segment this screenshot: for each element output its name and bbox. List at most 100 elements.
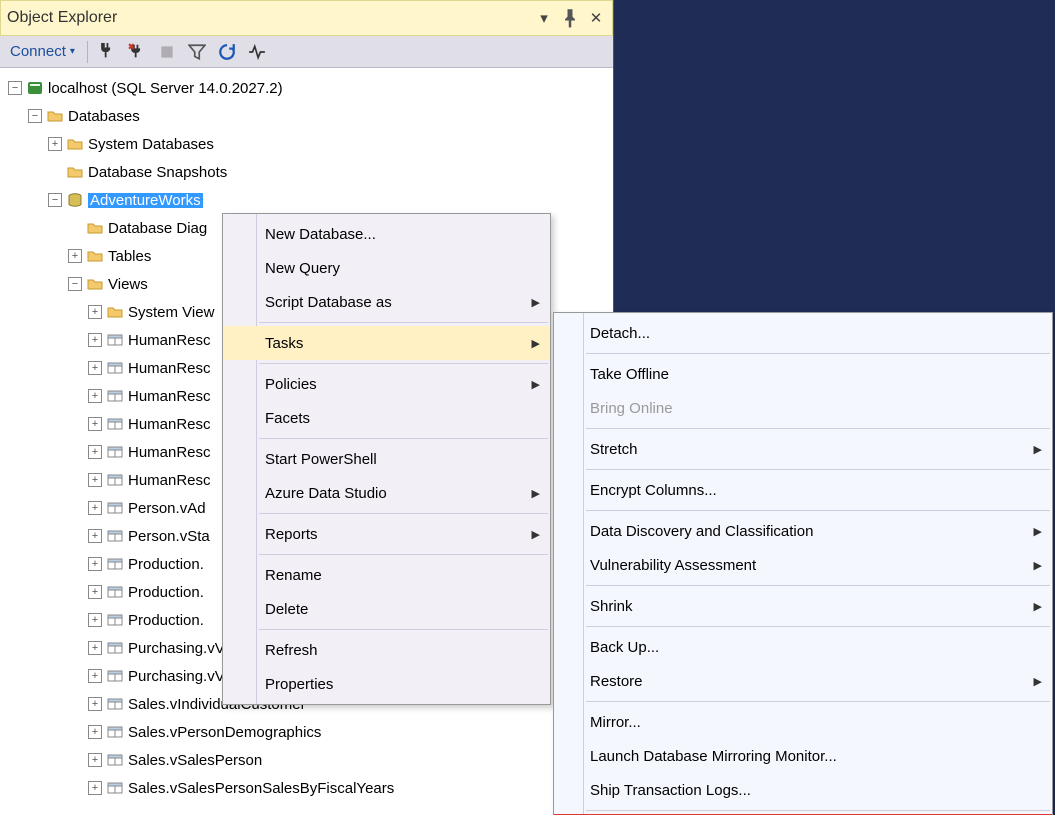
view-icon: [106, 751, 124, 769]
node-label: System View: [128, 305, 214, 320]
view-icon: [106, 639, 124, 657]
expander-minus-icon[interactable]: −: [28, 109, 42, 123]
toolbar: Connect ▾: [0, 36, 613, 68]
menu-new-query[interactable]: New Query: [223, 251, 550, 285]
expander-plus-icon[interactable]: +: [88, 781, 102, 795]
view-icon: [106, 667, 124, 685]
expander-plus-icon[interactable]: +: [88, 417, 102, 431]
menu-facets[interactable]: Facets: [223, 401, 550, 435]
expander-minus-icon[interactable]: −: [68, 277, 82, 291]
expander-plus-icon[interactable]: +: [88, 361, 102, 375]
close-icon[interactable]: ✕: [586, 8, 606, 28]
tree-node-system-databases[interactable]: + System Databases: [4, 130, 613, 158]
view-icon: [106, 527, 124, 545]
stop-icon: [154, 39, 180, 65]
menu-policies[interactable]: Policies: [223, 367, 550, 401]
database-icon: [66, 191, 84, 209]
menu-reports[interactable]: Reports: [223, 517, 550, 551]
tree-node-adventureworks[interactable]: − AdventureWorks: [4, 186, 613, 214]
connect-button[interactable]: Connect ▾: [4, 41, 81, 62]
menu-refresh[interactable]: Refresh: [223, 633, 550, 667]
menu-start-powershell[interactable]: Start PowerShell: [223, 442, 550, 476]
node-label: System Databases: [88, 137, 214, 152]
connect-plug-icon[interactable]: [94, 39, 120, 65]
folder-icon: [106, 303, 124, 321]
menu-rename[interactable]: Rename: [223, 558, 550, 592]
node-label: Database Snapshots: [88, 165, 227, 180]
object-explorer-panel: Object Explorer ▾ ✕ Connect ▾ − localhos…: [0, 0, 614, 815]
expander-plus-icon[interactable]: +: [88, 333, 102, 347]
expander-plus-icon[interactable]: +: [88, 641, 102, 655]
tree-node-view[interactable]: +Sales.vSalesPersonSalesByFiscalYears: [4, 774, 613, 802]
context-menu-tasks: Detach... Take Offline Bring Online Stre…: [553, 312, 1053, 815]
pin-icon[interactable]: [560, 8, 580, 28]
dropdown-icon[interactable]: ▾: [534, 8, 554, 28]
menu-shrink[interactable]: Shrink: [554, 589, 1052, 623]
menu-launch-mirroring[interactable]: Launch Database Mirroring Monitor...: [554, 739, 1052, 773]
view-icon: [106, 583, 124, 601]
node-label: HumanResc: [128, 473, 211, 488]
folder-icon: [86, 247, 104, 265]
tree-node-view[interactable]: +Sales.vPersonDemographics: [4, 718, 613, 746]
menu-new-database[interactable]: New Database...: [223, 217, 550, 251]
disconnect-icon[interactable]: [124, 39, 150, 65]
menu-tasks[interactable]: Tasks: [223, 326, 550, 360]
menu-mirror[interactable]: Mirror...: [554, 705, 1052, 739]
panel-title-bar: Object Explorer ▾ ✕: [0, 0, 613, 36]
folder-icon: [46, 107, 64, 125]
expander-plus-icon[interactable]: +: [88, 305, 102, 319]
tree-node-snapshots[interactable]: Database Snapshots: [4, 158, 613, 186]
expander-minus-icon[interactable]: −: [48, 193, 62, 207]
menu-bring-online: Bring Online: [554, 391, 1052, 425]
menu-back-up[interactable]: Back Up...: [554, 630, 1052, 664]
menu-data-discovery[interactable]: Data Discovery and Classification: [554, 514, 1052, 548]
expander-plus-icon[interactable]: +: [88, 725, 102, 739]
expander-plus-icon[interactable]: +: [88, 501, 102, 515]
tree-node-server[interactable]: − localhost (SQL Server 14.0.2027.2): [4, 74, 613, 102]
tree-node-databases[interactable]: − Databases: [4, 102, 613, 130]
context-menu-database: New Database... New Query Script Databas…: [222, 213, 551, 705]
view-icon: [106, 331, 124, 349]
refresh-icon[interactable]: [214, 39, 240, 65]
node-label: Databases: [68, 109, 140, 124]
view-icon: [106, 779, 124, 797]
menu-ship-logs[interactable]: Ship Transaction Logs...: [554, 773, 1052, 807]
node-label: HumanResc: [128, 389, 211, 404]
expander-plus-icon[interactable]: +: [88, 613, 102, 627]
expander-plus-icon[interactable]: +: [88, 557, 102, 571]
expander-plus-icon[interactable]: +: [68, 249, 82, 263]
expander-minus-icon[interactable]: −: [8, 81, 22, 95]
node-label: Person.vAd: [128, 501, 206, 516]
menu-properties[interactable]: Properties: [223, 667, 550, 701]
node-label: Person.vSta: [128, 529, 210, 544]
tree-node-view[interactable]: +Sales.vSalesPerson: [4, 746, 613, 774]
expander-plus-icon[interactable]: +: [88, 529, 102, 543]
menu-azure-data-studio[interactable]: Azure Data Studio: [223, 476, 550, 510]
menu-stretch[interactable]: Stretch: [554, 432, 1052, 466]
view-icon: [106, 611, 124, 629]
expander-plus-icon[interactable]: +: [88, 445, 102, 459]
menu-script-database-as[interactable]: Script Database as: [223, 285, 550, 319]
expander-plus-icon[interactable]: +: [48, 137, 62, 151]
menu-delete[interactable]: Delete: [223, 592, 550, 626]
menu-vulnerability[interactable]: Vulnerability Assessment: [554, 548, 1052, 582]
expander-plus-icon[interactable]: +: [88, 473, 102, 487]
node-label: Production.: [128, 613, 204, 628]
connect-label: Connect: [10, 43, 66, 60]
node-label: HumanResc: [128, 417, 211, 432]
filter-icon[interactable]: [184, 39, 210, 65]
folder-icon: [66, 135, 84, 153]
expander-plus-icon[interactable]: +: [88, 697, 102, 711]
expander-plus-icon[interactable]: +: [88, 585, 102, 599]
expander-plus-icon[interactable]: +: [88, 753, 102, 767]
activity-monitor-icon[interactable]: [244, 39, 270, 65]
menu-encrypt-columns[interactable]: Encrypt Columns...: [554, 473, 1052, 507]
expander-plus-icon[interactable]: +: [88, 389, 102, 403]
folder-icon: [86, 219, 104, 237]
node-label: HumanResc: [128, 361, 211, 376]
menu-detach[interactable]: Detach...: [554, 316, 1052, 350]
menu-take-offline[interactable]: Take Offline: [554, 357, 1052, 391]
menu-restore[interactable]: Restore: [554, 664, 1052, 698]
expander-plus-icon[interactable]: +: [88, 669, 102, 683]
view-icon: [106, 387, 124, 405]
